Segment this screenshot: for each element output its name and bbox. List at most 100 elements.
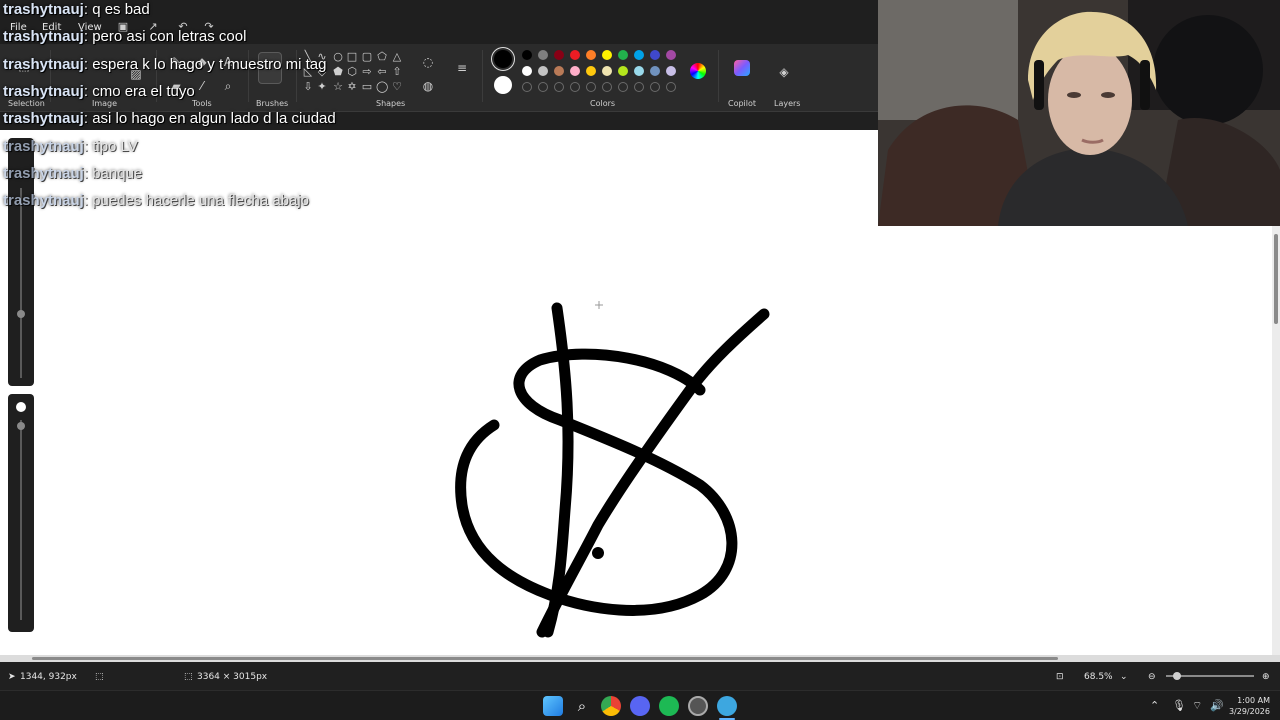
color-swatch[interactable] (586, 66, 596, 76)
rectangle-shape-icon[interactable]: □ (346, 50, 358, 63)
color-swatch[interactable] (618, 50, 628, 60)
opacity-slider-track (20, 188, 22, 378)
custom-color-slot[interactable] (618, 82, 628, 92)
obs-icon[interactable] (688, 696, 708, 716)
custom-color-slot[interactable] (666, 82, 676, 92)
secondary-color-swatch[interactable] (494, 76, 512, 94)
chat-message: trashytnauj: banque (3, 165, 142, 182)
opacity-slider-thumb[interactable] (17, 310, 25, 318)
color-swatch[interactable] (538, 66, 548, 76)
custom-color-slot[interactable] (586, 82, 596, 92)
color-picker-icon[interactable]: ⁄ (194, 78, 210, 94)
down-arrow-shape-icon[interactable]: ⇩ (302, 80, 314, 93)
color-swatch[interactable] (650, 50, 660, 60)
zoom-dropdown-icon[interactable]: ⌄ (1120, 672, 1128, 682)
polygon-shape-icon[interactable]: ⬠ (376, 50, 388, 63)
hexagon-shape-icon[interactable]: ⬡ (346, 65, 358, 78)
size-icon[interactable]: ≡ (454, 60, 470, 76)
clock[interactable]: 1:00 AM 3/29/2026 (1229, 695, 1270, 717)
discord-icon[interactable] (630, 696, 650, 716)
color-swatch[interactable] (522, 50, 532, 60)
ribbon-divider (718, 50, 719, 102)
group-label-brushes: Brushes (256, 99, 289, 108)
microphone-icon[interactable]: 🎙 (1172, 699, 1186, 712)
custom-color-slot[interactable] (634, 82, 644, 92)
zoom-out-icon[interactable]: ⊖ (1148, 672, 1156, 682)
color-swatch[interactable] (634, 50, 644, 60)
color-swatch[interactable] (602, 50, 612, 60)
custom-color-slot[interactable] (522, 82, 532, 92)
group-label-shapes: Shapes (376, 99, 406, 108)
chat-message: trashytnauj: pero asi con letras cool (3, 28, 246, 45)
shape-fill-icon[interactable]: ◍ (420, 78, 436, 94)
color-swatch[interactable] (554, 66, 564, 76)
heart-shape-icon[interactable]: ♡ (391, 80, 403, 93)
custom-color-slot[interactable] (570, 82, 580, 92)
chat-message: trashytnauj: tipo LV (3, 138, 138, 155)
magnifier-icon[interactable]: ⌕ (220, 78, 236, 94)
color-swatch[interactable] (618, 66, 628, 76)
selection-size-icon: ⬚ (95, 672, 104, 682)
custom-color-slot[interactable] (554, 82, 564, 92)
copilot-icon[interactable] (734, 60, 750, 76)
color-swatch[interactable] (650, 66, 660, 76)
pentagon-shape-icon[interactable]: ⬟ (332, 65, 344, 78)
callout-oval-shape-icon[interactable]: ◯ (376, 80, 388, 93)
edit-colors-icon[interactable] (690, 63, 706, 79)
primary-color-swatch[interactable] (494, 50, 512, 68)
zoom-in-icon[interactable]: ⊕ (1262, 672, 1270, 682)
layers-icon[interactable]: ◈ (776, 64, 792, 80)
custom-color-slot[interactable] (538, 82, 548, 92)
chat-text: : pero asi con letras cool (83, 28, 247, 46)
color-swatch[interactable] (570, 50, 580, 60)
four-point-star-shape-icon[interactable]: ✦ (316, 80, 328, 93)
status-bar: ➤ 1344, 932px ⬚ ⬚ 3364 × 3015px ⊡ 68.5% … (0, 662, 1280, 690)
outline-icon[interactable]: ◌ (420, 54, 436, 70)
tray-overflow-icon[interactable]: ⌃ (1150, 699, 1159, 712)
up-arrow-shape-icon[interactable]: ⇧ (391, 65, 403, 78)
five-point-star-shape-icon[interactable]: ☆ (332, 80, 344, 93)
color-swatch[interactable] (586, 50, 596, 60)
left-arrow-shape-icon[interactable]: ⇦ (376, 65, 388, 78)
color-swatch[interactable] (634, 66, 644, 76)
volume-icon[interactable]: 🔊 (1210, 699, 1224, 712)
right-arrow-shape-icon[interactable]: ⇨ (361, 65, 373, 78)
six-point-star-shape-icon[interactable]: ✡ (346, 80, 358, 93)
clock-date: 3/29/2026 (1228, 707, 1270, 716)
color-swatch[interactable] (666, 66, 676, 76)
group-label-tools: Tools (192, 99, 212, 108)
custom-color-slot[interactable] (650, 82, 660, 92)
chat-text: : espera k lo hago y t muestro mi tag (83, 55, 327, 73)
color-swatch[interactable] (522, 66, 532, 76)
custom-color-slot[interactable] (602, 82, 612, 92)
zoom-level[interactable]: 68.5% (1084, 672, 1113, 682)
callout-rect-shape-icon[interactable]: ▭ (361, 80, 373, 93)
oval-shape-icon[interactable]: ○ (332, 50, 344, 63)
color-swatch[interactable] (666, 50, 676, 60)
start-menu-icon[interactable] (543, 696, 563, 716)
clock-time: 1:00 AM (1237, 696, 1270, 705)
chrome-icon[interactable] (601, 696, 621, 716)
color-swatch[interactable] (570, 66, 580, 76)
fit-to-window-icon[interactable]: ⊡ (1056, 672, 1064, 682)
canvas-size: 3364 × 3015px (197, 672, 268, 682)
brush-size-thumb[interactable] (17, 422, 25, 430)
chat-username: trashytnauj (3, 192, 84, 210)
group-label-selection: Selection (8, 99, 45, 108)
color-swatch[interactable] (538, 50, 548, 60)
rounded-rect-shape-icon[interactable]: ▢ (361, 50, 373, 63)
chat-username: trashytnauj (3, 82, 84, 100)
color-swatch[interactable] (602, 66, 612, 76)
zoom-slider-thumb[interactable] (1173, 672, 1181, 680)
color-swatch[interactable] (554, 50, 564, 60)
ribbon-divider (482, 50, 483, 102)
stroke-dot (592, 547, 604, 559)
chat-message: trashytnauj: q es bad (3, 1, 150, 18)
horizontal-scroll-thumb[interactable] (32, 657, 1058, 660)
triangle-shape-icon[interactable]: △ (391, 50, 403, 63)
search-icon[interactable]: ⌕ (572, 696, 592, 716)
vertical-scroll-thumb[interactable] (1274, 234, 1278, 324)
wifi-icon[interactable]: ⌔ (1192, 699, 1202, 713)
paint-app-icon[interactable] (717, 696, 737, 716)
spotify-icon[interactable] (659, 696, 679, 716)
